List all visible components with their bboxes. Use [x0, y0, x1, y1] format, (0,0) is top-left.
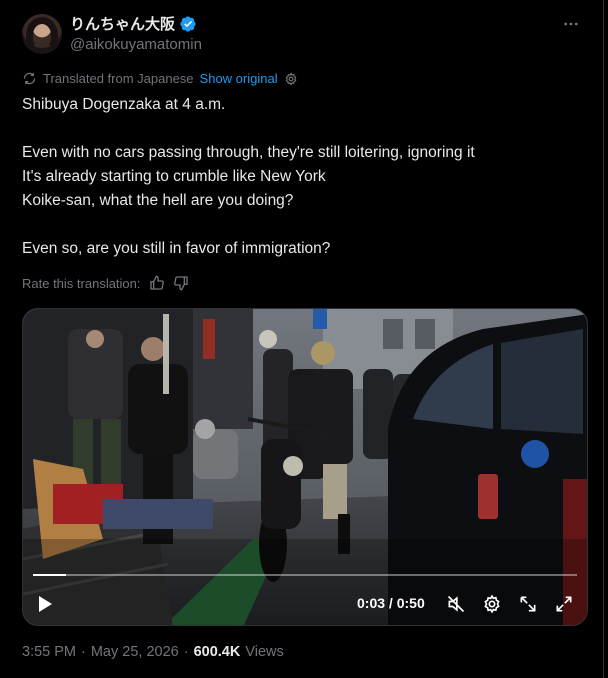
tweet-line [22, 213, 582, 237]
thumbs-up-icon[interactable] [149, 275, 165, 291]
translated-from-label: Translated from Japanese [43, 71, 194, 86]
rate-translation: Rate this translation: [22, 275, 189, 291]
gear-icon [484, 594, 500, 614]
tweet-line [22, 117, 582, 141]
tweet-line: Even with no cars passing through, they'… [22, 144, 475, 161]
more-horizontal-icon [564, 22, 578, 26]
verified-badge-icon[interactable] [179, 15, 197, 33]
tweet-line: Even so, are you still in favor of immig… [22, 240, 331, 257]
gear-icon[interactable] [284, 71, 298, 86]
thumbs-down-icon[interactable] [173, 275, 189, 291]
author-display-name[interactable]: りんちゃん大阪 [70, 13, 175, 34]
play-button[interactable] [37, 595, 53, 618]
play-icon [39, 596, 52, 612]
video-current-time: 0:03 [357, 595, 386, 611]
views-label: Views [245, 644, 284, 660]
tweet-time[interactable]: 3:55 PM [22, 644, 76, 660]
video-progress-bar[interactable] [33, 574, 577, 576]
more-options-button[interactable] [561, 14, 581, 34]
tweet-line: Shibuya Dogenzaka at 4 a.m. [22, 96, 226, 113]
meta-separator: · [81, 644, 86, 660]
video-time-separator: / [385, 595, 397, 611]
avatar[interactable] [22, 14, 62, 54]
pop-out-button[interactable] [517, 593, 539, 615]
show-original-link[interactable]: Show original [200, 71, 278, 86]
author-handle[interactable]: @aikokuyamatomin [70, 36, 202, 53]
meta-separator: · [183, 644, 189, 660]
tweet-line: It's already starting to crumble like Ne… [22, 168, 326, 185]
muted-speaker-icon [447, 595, 465, 613]
tweet-date[interactable]: May 25, 2026 [91, 644, 179, 660]
rate-translation-label: Rate this translation: [22, 275, 141, 291]
video-player[interactable]: 0:03 / 0:50 [22, 308, 588, 626]
video-controls: 0:03 / 0:50 [23, 587, 587, 621]
translate-icon [23, 72, 36, 85]
tweet-meta: 3:55 PM · May 25, 2026 · 600.4K Views [22, 644, 284, 660]
video-time: 0:03 / 0:50 [357, 595, 425, 611]
views-count[interactable]: 600.4K [194, 644, 241, 660]
tweet-detail: りんちゃん大阪 @aikokuyamatomin Translated from… [0, 0, 604, 678]
video-duration: 0:50 [396, 595, 425, 611]
video-settings-button[interactable] [481, 593, 503, 615]
author-name-row: りんちゃん大阪 [70, 13, 197, 34]
fullscreen-icon [556, 596, 572, 612]
tweet-line: Koike-san, what the hell are you doing? [22, 192, 294, 209]
tweet-text: Shibuya Dogenzaka at 4 a.m. Even with no… [22, 93, 582, 261]
mute-button[interactable] [445, 593, 467, 615]
translation-notice: Translated from Japanese Show original [22, 71, 298, 86]
fullscreen-button[interactable] [553, 593, 575, 615]
video-progress-fill [33, 574, 66, 576]
pop-out-icon [520, 596, 536, 612]
video-frame [23, 309, 587, 625]
